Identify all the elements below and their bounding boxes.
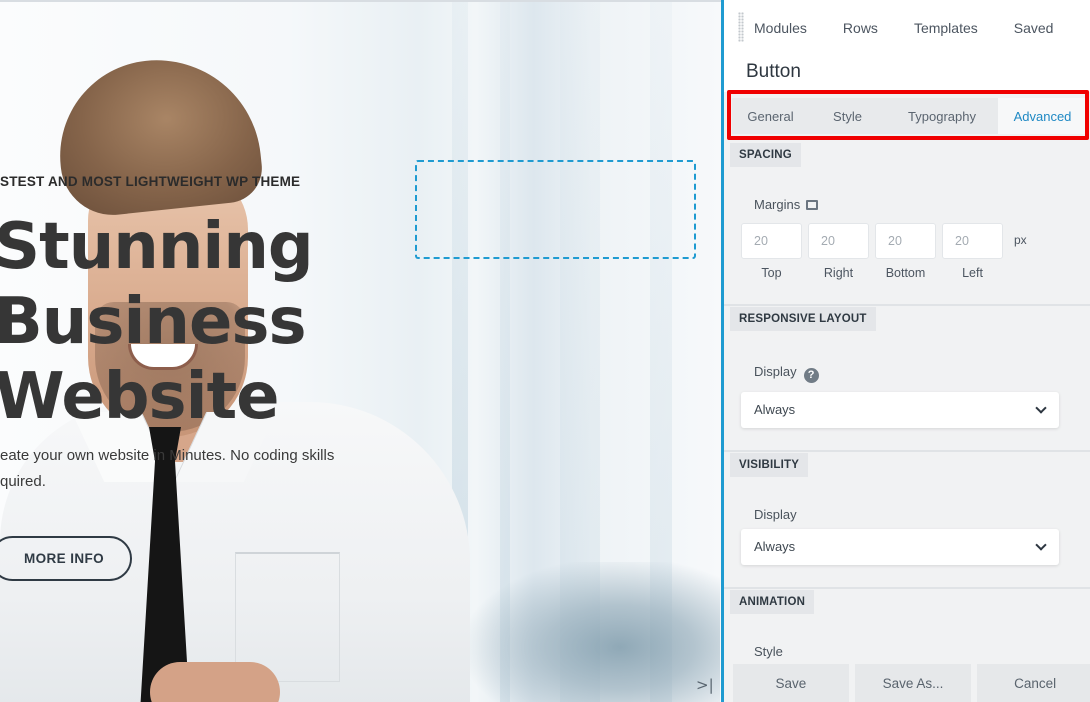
hero-heading: Stunning Business Website [0,210,314,435]
responsive-display-label-text: Display [754,364,797,379]
visibility-display-value: Always [754,539,796,554]
chevron-down-icon [1035,539,1047,551]
section-visibility-label: VISIBILITY [730,453,809,477]
tab-modules[interactable]: Modules [754,20,807,36]
visibility-display-label: Display [754,507,797,522]
margins-label: Margins [754,197,819,212]
panel-title: Button [746,61,801,82]
page-canvas: STEST AND MOST LIGHTWEIGHT WP THEME Stun… [0,0,721,702]
hero-heading-line: Business [0,285,307,359]
module-drop-zone[interactable] [415,160,696,259]
margins-label-text: Margins [754,197,801,212]
drag-handle-icon[interactable] [738,12,744,42]
section-spacing-label: SPACING [730,143,801,167]
section-divider [724,450,1090,452]
section-divider [724,304,1090,306]
settings-sub-tabs: General Style Typography Advanced [732,98,1087,134]
settings-panel: Modules Rows Templates Saved Button Gene… [721,0,1090,702]
save-as-button[interactable]: Save As... [854,664,972,702]
margin-top-label: Top [761,266,782,280]
tab-saved[interactable]: Saved [1014,20,1054,36]
tab-general[interactable]: General [732,98,809,134]
margin-right-input[interactable]: 20 [808,223,869,259]
section-responsive-layout-label: RESPONSIVE LAYOUT [730,307,876,331]
tab-rows[interactable]: Rows [843,20,878,36]
responsive-display-label: Display? [754,364,819,383]
margin-right-label: Right [823,266,854,280]
animation-style-label: Style [754,644,783,659]
chevron-down-icon [1035,402,1047,414]
more-info-button[interactable]: MORE INFO [0,536,132,581]
panel-top-tabs: Modules Rows Templates Saved [724,0,1090,56]
person-hair [50,49,266,221]
margin-top-input[interactable]: 20 [741,223,802,259]
hero-heading-line: Website [0,360,280,434]
responsive-display-select[interactable]: Always [741,392,1059,428]
cancel-button[interactable]: Cancel [977,664,1090,702]
collapse-panel-icon[interactable]: >| [696,676,714,694]
hero-description: eate your own website in Minutes. No cod… [0,447,335,490]
tab-typography[interactable]: Typography [886,98,998,134]
person-hand [150,662,280,702]
margin-unit-label[interactable]: px [1014,233,1027,247]
tab-advanced[interactable]: Advanced [998,98,1087,134]
margin-bottom-label: Bottom [885,266,926,280]
tab-style[interactable]: Style [809,98,886,134]
visibility-display-select[interactable]: Always [741,529,1059,565]
desktop-icon[interactable] [806,200,819,210]
section-animation-label: ANIMATION [730,590,815,614]
panel-footer: Save Save As... Cancel [724,664,1090,702]
page-builder-screen: STEST AND MOST LIGHTWEIGHT WP THEME Stun… [0,0,1090,702]
responsive-display-value: Always [754,402,796,417]
save-button[interactable]: Save [733,664,849,702]
tab-templates[interactable]: Templates [914,20,978,36]
help-icon[interactable]: ? [803,368,819,383]
section-divider [724,587,1090,589]
hero-eyebrow-text: STEST AND MOST LIGHTWEIGHT WP THEME [0,174,301,189]
margin-left-label: Left [962,266,983,280]
margin-bottom-input[interactable]: 20 [875,223,936,259]
margin-left-input[interactable]: 20 [942,223,1003,259]
hero-heading-line: Stunning [0,210,314,284]
